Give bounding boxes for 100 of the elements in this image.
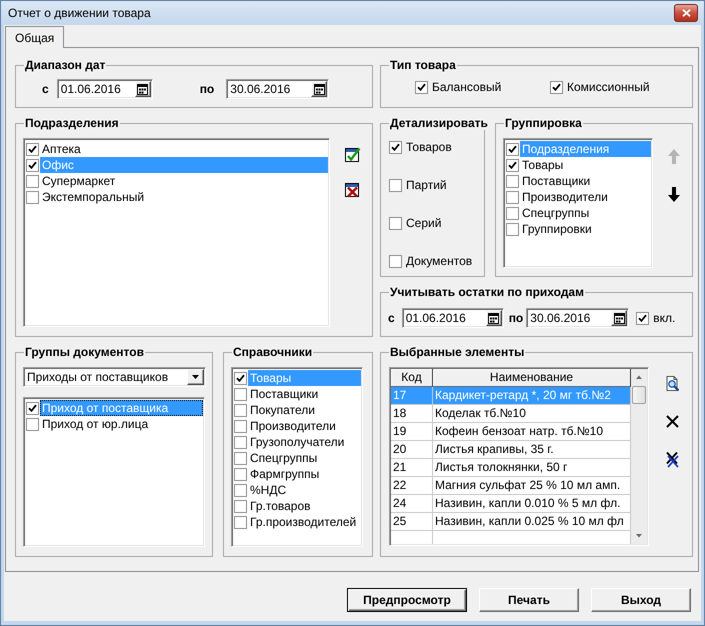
checkbox[interactable] [26,402,39,414]
list-box[interactable]: Приход от поставщика Приход от юр.лица [23,397,205,547]
checkbox[interactable] [234,500,247,512]
checkbox[interactable] [506,158,519,172]
list-item[interactable]: Гр.производителей [248,514,361,530]
list-item[interactable]: Гр.товаров [248,498,361,514]
list-item[interactable]: Аптека [40,141,328,157]
checkbox[interactable] [26,418,39,430]
cross-icon[interactable] [664,413,681,430]
checkbox[interactable] [26,190,39,204]
checkbox-label: Балансовый [432,80,502,94]
calendar-icon [314,84,325,94]
dropdown-button[interactable] [187,369,204,385]
list-box[interactable]: Товары Поставщики Покупатели Производители Грузополучатели Спецгруппы Фармгруппы %НДС Гр.товаров Гр.производителей [231,367,363,547]
calendar-icon [137,84,148,94]
checkbox[interactable] [636,312,650,324]
calendar-button[interactable] [311,81,328,97]
checkbox[interactable] [506,222,519,236]
checkbox[interactable] [506,206,519,220]
checkbox[interactable] [415,80,428,94]
list-item[interactable]: Спецгруппы [520,205,651,221]
document-magnifier-icon[interactable] [664,375,681,392]
checkbox[interactable] [234,468,247,480]
table-row[interactable]: 25 Називин, капли 0.025 % 10 мл фл [391,513,631,531]
table-row[interactable]: 24 Називин, капли 0.010 % 5 мл фл. [391,495,631,513]
table-row[interactable]: 22 Магния сульфат 25 % 10 мл амп. [391,477,631,495]
dialog-button[interactable]: Печать [479,588,579,612]
checkbox-label: Комиссионный [567,80,650,94]
checkbox[interactable] [506,174,519,188]
crossed-box-icon[interactable] [344,181,361,198]
list-item[interactable]: Группировки [520,221,651,237]
list-item[interactable]: Покупатели [248,402,361,418]
tab[interactable]: Общая [5,26,64,48]
column-header[interactable]: Код [391,369,433,387]
list-item[interactable]: Товары [520,157,651,173]
list-item[interactable]: Грузополучатели [248,434,361,450]
down-arrow-icon[interactable] [666,186,682,203]
double-cross-icon[interactable] [664,451,681,468]
caret-down-icon [192,375,199,379]
scrollbar-thumb[interactable] [632,386,646,404]
table-row[interactable]: 21 Листья толокнянки, 50 г [391,459,631,477]
list-item[interactable]: Производители [520,189,651,205]
checkbox[interactable] [389,254,402,268]
checkbox[interactable] [234,484,247,496]
checked-box-icon[interactable] [344,146,361,163]
dropdown[interactable]: Приходы от поставщиков [23,367,206,387]
checkbox-label: Серий [406,216,442,230]
table-cell: Кардикет-ретард *, 20 мг тб.№2 [433,387,631,405]
date-field[interactable]: 01.06.2016 [402,308,504,328]
list-item[interactable]: Экстемпоральный [40,189,328,205]
list-item[interactable]: Фармгруппы [248,466,361,482]
group-title: Детализировать [389,116,489,130]
checkbox[interactable] [389,178,402,192]
dialog-button[interactable]: Выход [591,588,691,612]
checkbox[interactable] [26,142,39,156]
list-item[interactable]: Спецгруппы [248,450,361,466]
column-header[interactable]: Наименование [433,369,631,387]
list-box[interactable]: Аптека Офис Супермаркет Экстемпоральный [23,138,330,327]
checkbox[interactable] [234,404,247,416]
calendar-icon [614,312,625,324]
group-title: Группировка [504,116,583,130]
checkbox[interactable] [26,158,39,172]
table-row[interactable]: 19 Кофеин бензоат натр. тб.№10 [391,423,631,441]
date-field[interactable]: 30.06.2016 [226,79,330,99]
checkbox[interactable] [234,420,247,432]
checkbox[interactable] [506,190,519,204]
list-box[interactable]: Подразделения Товары Поставщики Производители Спецгруппы Группировки [503,138,653,268]
checkbox[interactable] [234,516,247,528]
group-title: Подразделения [24,116,120,130]
close-button[interactable] [674,4,698,22]
checkbox[interactable] [550,80,563,94]
list-item[interactable]: Поставщики [248,386,361,402]
table-row[interactable]: 18 Коделак тб.№10 [391,405,631,423]
table-cell: 21 [391,459,433,477]
list-item[interactable]: %НДС [248,482,361,498]
checkbox[interactable] [26,174,39,188]
date-field[interactable]: 30.06.2016 [526,308,630,328]
scrollbar[interactable] [631,369,647,544]
calendar-button[interactable] [486,310,502,326]
checkbox[interactable] [234,372,247,384]
list-item[interactable]: Производители [248,418,361,434]
checkbox[interactable] [389,140,402,154]
checkbox[interactable] [234,436,247,448]
date-field[interactable]: 01.06.2016 [56,79,153,99]
list-item[interactable]: Поставщики [520,173,651,189]
list-item[interactable]: Приход от юр.лица [40,416,203,432]
checkbox[interactable] [234,452,247,464]
list-item[interactable]: Супермаркет [40,173,328,189]
checkbox[interactable] [506,142,519,156]
checkbox-label: Партий [406,178,447,192]
from-label: с [388,311,395,325]
table-cell: Коделак тб.№10 [433,405,631,423]
calendar-button[interactable] [134,81,151,97]
table-cell: Називин, капли 0.010 % 5 мл фл. [433,495,631,513]
checkbox[interactable] [234,388,247,400]
checkbox[interactable] [389,216,402,230]
calendar-button[interactable] [611,310,628,326]
dialog-button[interactable]: Предпросмотр [347,588,467,612]
table-row[interactable]: 20 Листья крапивы, 35 г. [391,441,631,459]
group-title: Учитывать остатки по приходам [389,285,585,299]
